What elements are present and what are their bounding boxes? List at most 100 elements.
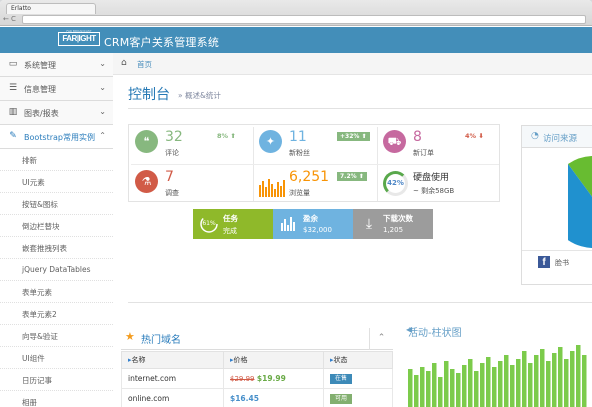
stat-label: 硬盘使用	[413, 173, 450, 183]
stat-value: 32	[165, 129, 183, 145]
divider	[128, 108, 592, 109]
activity-bar	[450, 369, 455, 407]
submenu-item[interactable]: 按钮&图标	[0, 193, 113, 215]
submenu-label: 倒边栏替块	[22, 222, 60, 231]
domain-name: internet.com	[121, 368, 224, 389]
column-header[interactable]: ▸状态	[323, 351, 393, 369]
activity-bar	[558, 347, 563, 407]
domain-price: $29.99 $19.99	[223, 368, 324, 389]
submenu-item[interactable]: 相册	[0, 391, 113, 407]
new-price: $19.99	[256, 374, 286, 383]
infobox-title: 下载次数	[383, 214, 413, 223]
sidebar-item-bootstrap[interactable]: ✎ Bootstrap常用实例 ⌃	[0, 125, 113, 149]
sidebar-item-label: 信息管理	[24, 85, 56, 94]
activity-bar	[528, 363, 533, 407]
submenu-label: 按钮&图标	[22, 200, 58, 209]
chevron-down-icon: ⌄	[99, 107, 106, 116]
sidebar-item-label: 系统管理	[24, 61, 56, 70]
submenu-label: 向导&验证	[22, 332, 58, 341]
activity-bar	[468, 359, 473, 407]
table-header-row: ▸名称 ▸价格 ▸状态	[121, 351, 393, 369]
breadcrumb-home-link[interactable]: 首页	[137, 59, 152, 70]
activity-bar	[438, 377, 443, 407]
stat-pageviews: 6,251 浏览量 7.2% ⬆	[253, 165, 377, 203]
submenu-item[interactable]: 倒边栏替块	[0, 215, 113, 237]
stat-badge: 4% ⬇	[465, 132, 484, 140]
monitor-icon: ▭	[8, 59, 18, 69]
sidebar-item-charts[interactable]: ▥ 图表/报表 ⌄	[0, 101, 113, 125]
infobox-title: 任务	[223, 214, 238, 223]
stat-label: 新订单	[413, 149, 434, 157]
refresh-icon[interactable]: C	[11, 15, 16, 24]
column-header[interactable]: ▸名称	[121, 351, 224, 369]
status-badge: 可用	[330, 394, 353, 404]
activity-bar	[582, 355, 587, 407]
star-icon: ★	[125, 330, 135, 343]
infobox-value: 1,205	[383, 226, 404, 234]
widget-header: ◔ 访问来源	[522, 126, 592, 148]
submenu-label: 表单元素2	[22, 310, 57, 319]
submenu-item[interactable]: 嵌套推拽列表	[0, 237, 113, 259]
browser-window: Erlatto ← C FAR BROADCAST FAR|IGHT CRM客户…	[0, 0, 592, 407]
submenu-item[interactable]: 日历记事	[0, 369, 113, 391]
infobox-value: $32,000	[303, 226, 332, 234]
clock-icon: ◔	[531, 131, 539, 141]
sidebar-item-info[interactable]: ☰ 信息管理 ⌄	[0, 77, 113, 101]
progress-percent: 61%	[202, 220, 216, 227]
sidebar-item-system[interactable]: ▭ 系统管理 ⌄	[0, 53, 113, 77]
submenu-item[interactable]: UI组件	[0, 347, 113, 369]
stat-value: 7	[165, 169, 174, 185]
app-title: CRM客户关系管理系统	[104, 36, 220, 49]
submenu-label: UI组件	[22, 354, 45, 363]
badge-text: 7.2%	[340, 173, 357, 180]
activity-bar	[510, 365, 515, 407]
bar-chart-icon: ▥	[8, 107, 18, 117]
page-subtitle: » 概述&统计	[178, 91, 221, 100]
home-icon[interactable]: ⌂	[121, 58, 127, 68]
submenu-label: 排新	[22, 156, 37, 165]
divider	[522, 250, 592, 251]
chevron-up-icon: ⌃	[99, 131, 106, 140]
submenu-label: 相册	[22, 398, 37, 407]
activity-bar	[456, 373, 461, 407]
activity-bar-chart	[408, 345, 587, 407]
address-bar[interactable]	[22, 15, 586, 24]
domain-status: 在售	[323, 368, 393, 389]
badge-text: 8%	[217, 132, 229, 140]
back-icon[interactable]: ←	[3, 15, 9, 24]
activity-bar	[576, 345, 581, 407]
bar-chart-icon	[281, 217, 295, 231]
submenu-item[interactable]: UI元素	[0, 171, 113, 193]
arrow-up-icon: ⬆	[361, 133, 367, 140]
activity-bar	[480, 363, 485, 407]
stat-survey: ⚗ 7 调查	[129, 165, 253, 203]
edit-icon: ✎	[9, 131, 17, 141]
column-header[interactable]: ▸价格	[223, 351, 324, 369]
submenu-item[interactable]: jQuery DataTables	[0, 259, 113, 281]
arrow-down-icon: ⬇	[478, 132, 484, 140]
divider	[128, 302, 592, 303]
infobox-tasks: 61% 任务 完成	[193, 209, 273, 239]
submenu-item[interactable]: 表单元素	[0, 281, 113, 303]
submenu-label: jQuery DataTables	[22, 265, 91, 274]
submenu-label: 嵌套推拽列表	[22, 244, 67, 253]
submenu-item[interactable]: 表单元素2	[0, 303, 113, 325]
twitter-icon: ✦	[259, 130, 282, 153]
submenu-item[interactable]: 排新	[0, 149, 113, 171]
arrow-up-icon: ⬆	[358, 173, 364, 180]
stat-badge: +32% ⬆	[337, 132, 370, 141]
header-label: 价格	[233, 356, 248, 364]
domain-name: online.com	[121, 388, 224, 407]
collapse-button[interactable]: ⌃	[369, 328, 393, 350]
stat-followers: ✦ 11 新粉丝 +32% ⬆	[253, 125, 377, 163]
hot-domains-widget: ★ 热门域名 ⌃ ▸名称 ▸价格 ▸状态 internet.com $29.99…	[121, 328, 393, 407]
brand-logo[interactable]: FAR|IGHT	[58, 32, 100, 46]
badge-text: 4%	[465, 132, 477, 140]
stat-label: 新粉丝	[289, 149, 310, 157]
download-icon: ⤓	[365, 216, 373, 232]
list-icon: ☰	[8, 83, 18, 93]
browser-tab[interactable]: Erlatto	[6, 3, 96, 14]
submenu-item[interactable]: 向导&验证	[0, 325, 113, 347]
new-price: $16.45	[230, 394, 259, 403]
domain-price: $16.45	[223, 388, 324, 407]
